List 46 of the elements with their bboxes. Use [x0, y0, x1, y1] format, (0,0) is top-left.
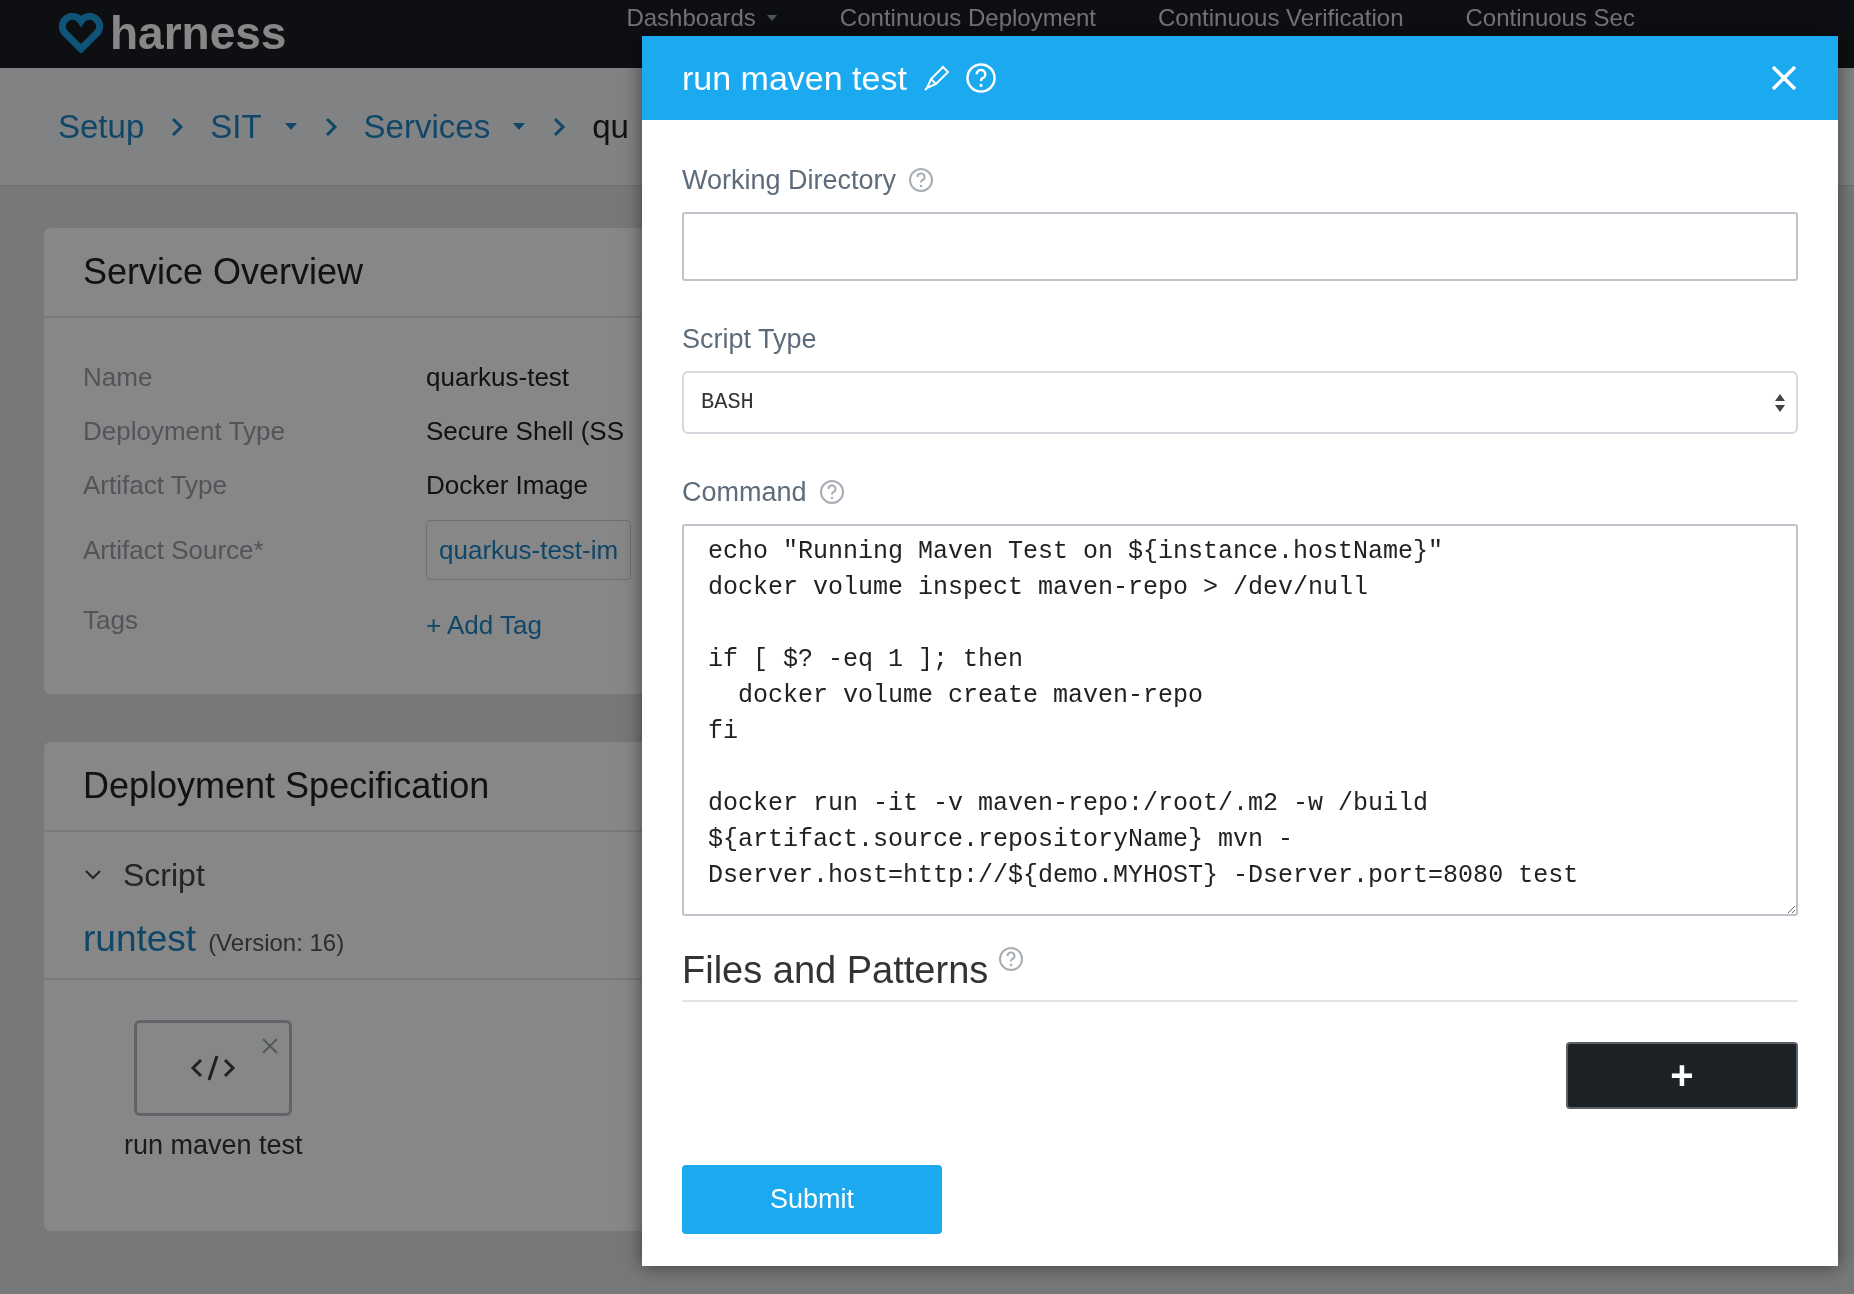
section-title: Files and Patterns [682, 948, 989, 993]
breadcrumb-link[interactable]: SIT [210, 107, 298, 146]
chevron-right-icon [552, 116, 567, 137]
close-icon[interactable] [261, 1037, 280, 1055]
nav-link[interactable]: Continuous Verification [1158, 4, 1404, 32]
script-type-select[interactable]: BASH [682, 371, 1798, 434]
command-field[interactable]: echo "Running Maven Test on ${instance.hostName}" docker volume inspect maven-repo > /dev/null if [ $? -eq 1 ]; then docker volume create maven-repo fi docker run -it -v maven-repo:/root/.m2 -w /build ${artifact.source.repositoryName} mvn -Dserver.host=http://${demo.MYHOST} -Dserver.port=8080 test [682, 524, 1798, 916]
help-icon[interactable] [908, 167, 935, 193]
script-name-link[interactable]: runtest [83, 918, 197, 960]
add-button[interactable]: + [1566, 1042, 1798, 1109]
field-value: Secure Shell (SS [426, 415, 624, 448]
caret-icon [512, 122, 527, 131]
step-tile[interactable] [134, 1020, 293, 1116]
logo-text: harness [110, 8, 287, 58]
add-tag-link[interactable]: + Add Tag [426, 606, 542, 644]
help-icon[interactable] [964, 62, 997, 94]
field-label: Script Type [682, 323, 817, 355]
breadcrumb-link[interactable]: Setup [58, 107, 145, 146]
chevron-right-icon [170, 116, 185, 137]
chevron-down-icon[interactable] [83, 868, 103, 882]
breadcrumb-link[interactable]: qu [592, 107, 629, 146]
nav-link[interactable]: Dashboards [626, 4, 778, 32]
dialog-title: run maven test [682, 58, 907, 98]
chevron-right-icon [323, 116, 338, 137]
caret-icon [765, 14, 778, 22]
artifact-source-field[interactable]: quarkus-test-im [426, 520, 632, 580]
help-icon[interactable] [998, 946, 1025, 972]
step-label: run maven test [124, 1130, 303, 1161]
field-label: Command [682, 476, 807, 508]
field-value: quarkus-test [426, 361, 570, 394]
caret-icon [283, 122, 298, 131]
version-label: (Version: 16) [208, 929, 345, 957]
section-toggle[interactable]: Script [123, 856, 205, 894]
breadcrumb-link[interactable]: Services [363, 107, 527, 146]
working-directory-field[interactable] [682, 212, 1798, 281]
pencil-icon[interactable] [922, 64, 951, 92]
card-title: Deployment Specification [83, 765, 490, 807]
card-title: Service Overview [83, 251, 364, 293]
submit-button[interactable]: Submit [682, 1165, 942, 1234]
help-icon[interactable] [818, 479, 845, 505]
logo-icon [58, 13, 104, 53]
nav-link[interactable]: Continuous Sec [1465, 4, 1635, 32]
nav-link[interactable]: Continuous Deployment [839, 4, 1096, 32]
field-value: Docker Image [426, 469, 588, 502]
code-icon [189, 1053, 238, 1083]
field-label: Working Directory [682, 164, 897, 196]
